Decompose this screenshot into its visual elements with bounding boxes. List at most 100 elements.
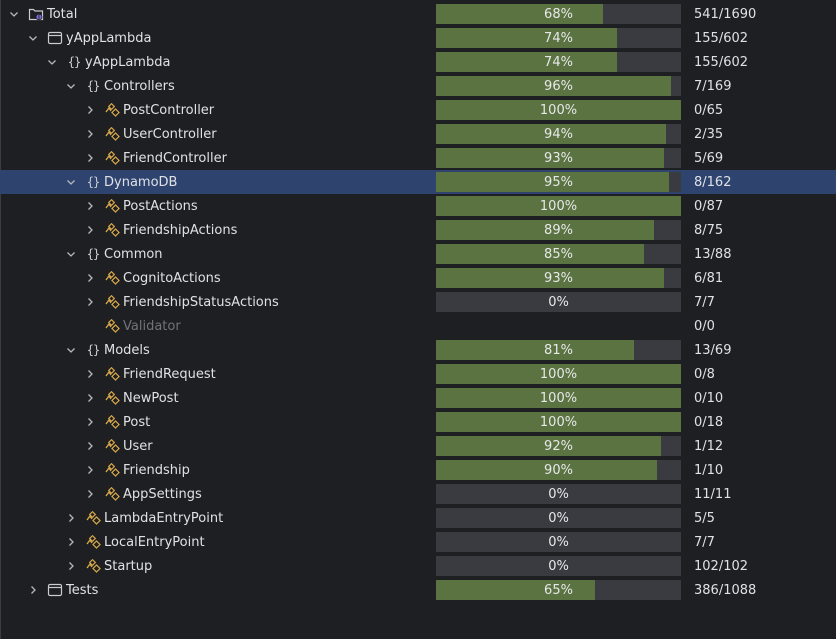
uncovered-count: 7/169 (694, 78, 732, 94)
class-icon (104, 222, 120, 238)
tree-row-controllers[interactable]: {} Controllers 96% 7/169 (0, 74, 836, 98)
coverage-percent: 0% (548, 510, 569, 526)
coverage-bar: 100% (436, 364, 681, 384)
chevron-right-icon[interactable] (65, 536, 77, 548)
chevron-down-icon[interactable] (65, 344, 77, 356)
tree-row-localentrypoint[interactable]: LocalEntryPoint 0% 7/7 (0, 530, 836, 554)
chevron-right-icon[interactable] (84, 440, 96, 452)
tree-row-friendrequest[interactable]: FriendRequest 100% 0/8 (0, 362, 836, 386)
tree-node-cell: {} Controllers (0, 74, 495, 98)
tree-node-cell: Startup (0, 554, 495, 578)
namespace-icon: {} (86, 79, 100, 93)
chevron-right-icon[interactable] (84, 368, 96, 380)
chevron-down-icon[interactable] (65, 176, 77, 188)
chevron-down-icon[interactable] (46, 56, 58, 68)
tree-node-cell: {} yAppLambda (0, 50, 476, 74)
tree-node-cell: {} DynamoDB (0, 170, 495, 194)
class-icon (104, 150, 120, 166)
tree-node-cell: Tests (0, 578, 457, 602)
node-name: LocalEntryPoint (104, 534, 205, 550)
chevron-down-icon[interactable] (8, 8, 20, 20)
tree-row-yapplambda[interactable]: yAppLambda 74% 155/602 (0, 26, 836, 50)
tree-row-user[interactable]: User 92% 1/12 (0, 434, 836, 458)
tree-node-cell: {} Models (0, 338, 495, 362)
tree-row-postactions[interactable]: PostActions 100% 0/87 (0, 194, 836, 218)
coverage-percent: 95% (544, 174, 573, 190)
tree-row-friendcontroller[interactable]: FriendController 93% 5/69 (0, 146, 836, 170)
chevron-right-icon[interactable] (84, 224, 96, 236)
node-name: Post (123, 414, 151, 430)
tree-row-models[interactable]: {} Models 81% 13/69 (0, 338, 836, 362)
chevron-right-icon[interactable] (27, 584, 39, 596)
coverage-bar: 0% (436, 508, 681, 528)
uncovered-count: 0/87 (694, 198, 724, 214)
tree-row-friendshipstatusactions[interactable]: FriendshipStatusActions 0% 7/7 (0, 290, 836, 314)
tree-row-common[interactable]: {} Common 85% 13/88 (0, 242, 836, 266)
class-icon (104, 486, 120, 502)
coverage-percent: 85% (544, 246, 573, 262)
tree-row-total[interactable]: Total 68% 541/1690 (0, 2, 836, 26)
chevron-down-icon[interactable] (65, 80, 77, 92)
uncovered-count: 0/18 (694, 414, 724, 430)
tree-row-postcontroller[interactable]: PostController 100% 0/65 (0, 98, 836, 122)
node-name: UserController (123, 126, 217, 142)
chevron-right-icon[interactable] (84, 464, 96, 476)
tree-row-cognitoactions[interactable]: CognitoActions 93% 6/81 (0, 266, 836, 290)
chevron-down-icon[interactable] (65, 248, 77, 260)
chevron-right-icon[interactable] (84, 416, 96, 428)
namespace-icon: {} (67, 55, 81, 69)
coverage-percent: 74% (544, 54, 573, 70)
chevron-right-icon[interactable] (84, 272, 96, 284)
node-name: yAppLambda (66, 30, 152, 46)
namespace-icon: {} (86, 343, 100, 357)
tree-row-usercontroller[interactable]: UserController 94% 2/35 (0, 122, 836, 146)
chevron-right-icon[interactable] (84, 488, 96, 500)
tree-row-friendshipactions[interactable]: FriendshipActions 89% 8/75 (0, 218, 836, 242)
chevron-right-icon[interactable] (84, 128, 96, 140)
uncovered-count: 8/75 (694, 222, 724, 238)
class-icon (85, 534, 101, 550)
coverage-percent: 100% (539, 198, 578, 214)
uncovered-count: 155/602 (694, 54, 749, 70)
class-icon (104, 126, 120, 142)
chevron-right-icon[interactable] (84, 152, 96, 164)
coverage-percent: 92% (544, 438, 573, 454)
chevron-right-icon[interactable] (65, 560, 77, 572)
chevron-right-icon[interactable] (65, 512, 77, 524)
coverage-bar: 0% (436, 484, 681, 504)
tree-row-startup[interactable]: Startup 0% 102/102 (0, 554, 836, 578)
coverage-percent: 89% (544, 222, 573, 238)
tree-row-tests[interactable]: Tests 65% 386/1088 (0, 578, 836, 602)
class-icon (104, 366, 120, 382)
chevron-right-icon[interactable] (84, 296, 96, 308)
node-name: Models (104, 342, 150, 358)
tree-row-post[interactable]: Post 100% 0/18 (0, 410, 836, 434)
coverage-percent: 94% (544, 126, 573, 142)
tree-row-validator[interactable]: Validator 0/0 (0, 314, 836, 338)
chevron-right-icon[interactable] (84, 392, 96, 404)
coverage-percent: 100% (539, 102, 578, 118)
tree-row-dynamodb[interactable]: {} DynamoDB 95% 8/162 (0, 170, 836, 194)
chevron-right-icon[interactable] (84, 200, 96, 212)
coverage-percent: 96% (544, 78, 573, 94)
node-name: FriendRequest (123, 366, 216, 382)
tree-row-appsettings[interactable]: AppSettings 0% 11/11 (0, 482, 836, 506)
uncovered-count: 0/8 (694, 366, 715, 382)
tree-node-cell: LocalEntryPoint (0, 530, 495, 554)
class-icon (104, 294, 120, 310)
coverage-percent: 93% (544, 270, 573, 286)
coverage-percent: 100% (539, 414, 578, 430)
node-name: AppSettings (123, 486, 202, 502)
tree-row-friendship[interactable]: Friendship 90% 1/10 (0, 458, 836, 482)
tree-row-newpost[interactable]: NewPost 100% 0/10 (0, 386, 836, 410)
uncovered-count: 1/10 (694, 462, 724, 478)
node-name: PostActions (123, 198, 198, 214)
chevron-down-icon[interactable] (27, 32, 39, 44)
coverage-bar: 94% (436, 124, 681, 144)
chevron-right-icon[interactable] (84, 104, 96, 116)
coverage-percent: 100% (539, 366, 578, 382)
node-name: PostController (123, 102, 215, 118)
tree-row-lambdaentrypoint[interactable]: LambdaEntryPoint 0% 5/5 (0, 506, 836, 530)
tree-row-yapplambda[interactable]: {} yAppLambda 74% 155/602 (0, 50, 836, 74)
uncovered-count: 13/88 (694, 246, 732, 262)
